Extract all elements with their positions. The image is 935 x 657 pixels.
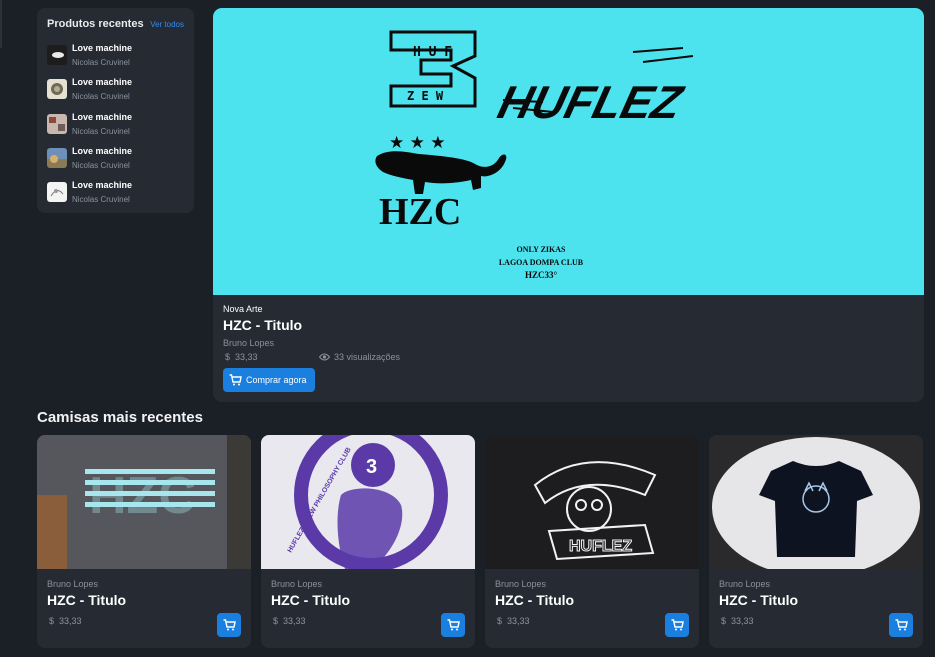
card-price: $ 33,33 bbox=[47, 616, 241, 626]
card-author: Bruno Lopes bbox=[495, 579, 547, 589]
product-image: HZC bbox=[37, 435, 251, 569]
recent-product-title: Love machine bbox=[72, 145, 133, 156]
cart-icon bbox=[447, 619, 460, 631]
currency-symbol: $ bbox=[49, 616, 55, 626]
product-image: HUFLEZ bbox=[485, 435, 699, 569]
recent-product-item[interactable]: Love machine Nicolas Cruvinel bbox=[47, 145, 184, 179]
logo-letters-top: H U F bbox=[413, 45, 452, 60]
recent-product-author: Nicolas Cruvinel bbox=[72, 58, 130, 67]
featured-kicker: Nova Arte bbox=[223, 304, 263, 314]
recent-product-author: Nicolas Cruvinel bbox=[72, 160, 130, 170]
product-thumbnail bbox=[47, 79, 67, 100]
product-thumbnail bbox=[47, 45, 67, 65]
add-to-cart-button[interactable] bbox=[217, 613, 241, 637]
logo-letters-bottom: Z E W bbox=[407, 89, 444, 103]
price-value: 33,33 bbox=[731, 616, 754, 626]
cart-icon bbox=[671, 619, 684, 631]
tag-line-2: LAGOA DOMPA CLUB bbox=[499, 258, 584, 267]
svg-text:3: 3 bbox=[366, 456, 377, 478]
tag-line-1: ONLY ZIKAS bbox=[517, 245, 567, 254]
recent-product-author: Nicolas Cruvinel bbox=[72, 126, 130, 136]
card-price: $ 33,33 bbox=[495, 616, 689, 626]
shirt-text: HUFLEZ bbox=[569, 538, 632, 555]
eye-icon bbox=[319, 353, 330, 360]
product-thumbnail bbox=[47, 147, 67, 168]
shirt-text: HZC bbox=[89, 467, 196, 525]
price-value: 33,33 bbox=[59, 616, 82, 626]
buy-now-label: Comprar agora bbox=[246, 375, 307, 385]
window-edge bbox=[0, 0, 2, 48]
card-price: $ 33,33 bbox=[719, 616, 913, 626]
card-title: HZC - Titulo bbox=[719, 592, 799, 608]
featured-art-card[interactable]: H U F Z E W HUFLEZ ★ ★ ★ HZC ONLY ZIKAS … bbox=[213, 8, 924, 402]
currency-symbol: $ bbox=[497, 616, 503, 626]
product-card[interactable]: HUFLEZ Bruno Lopes HZC - Titulo $ 33,33 bbox=[485, 435, 699, 648]
recent-product-title: Love machine bbox=[72, 77, 133, 88]
featured-author: Bruno Lopes bbox=[223, 338, 275, 348]
card-author: Bruno Lopes bbox=[719, 579, 771, 589]
product-image bbox=[709, 435, 923, 569]
recent-product-author: Nicolas Cruvinel bbox=[72, 92, 130, 102]
see-all-link[interactable]: Ver todos bbox=[150, 20, 184, 29]
three-stars: ★ ★ ★ bbox=[389, 133, 446, 153]
product-card[interactable]: 3 HUFLEZ CREW PHILOSOPHY CLUB Bruno Lope… bbox=[261, 435, 475, 648]
product-card[interactable]: HZC Bruno Lopes HZC - Titulo $ 33,33 bbox=[37, 435, 251, 648]
price-value: 33,33 bbox=[235, 351, 258, 362]
recent-product-title: Love machine bbox=[72, 180, 133, 191]
cart-icon bbox=[223, 619, 236, 631]
add-to-cart-button[interactable] bbox=[441, 613, 465, 637]
cart-icon bbox=[895, 619, 908, 631]
card-title: HZC - Titulo bbox=[271, 592, 351, 608]
featured-title: HZC - Titulo bbox=[223, 317, 303, 333]
featured-price: $ 33,33 bbox=[223, 352, 258, 362]
price-value: 33,33 bbox=[507, 616, 530, 626]
product-card[interactable]: Bruno Lopes HZC - Titulo $ 33,33 bbox=[709, 435, 923, 648]
card-title: HZC - Titulo bbox=[495, 592, 575, 608]
views-text: 33 visualizações bbox=[334, 351, 401, 362]
currency-symbol: $ bbox=[273, 616, 279, 626]
cart-icon bbox=[229, 374, 242, 386]
currency-symbol: $ bbox=[721, 616, 727, 626]
card-price: $ 33,33 bbox=[271, 616, 465, 626]
currency-symbol: $ bbox=[225, 351, 231, 362]
featured-art-image: H U F Z E W HUFLEZ ★ ★ ★ HZC ONLY ZIKAS … bbox=[213, 8, 924, 295]
recent-product-item[interactable]: Love machine Nicolas Cruvinel bbox=[47, 42, 184, 76]
product-image: 3 HUFLEZ CREW PHILOSOPHY CLUB bbox=[261, 435, 475, 569]
recent-product-item[interactable]: Love machine Nicolas Cruvinel bbox=[47, 111, 184, 145]
hzc-logo-text: HZC bbox=[379, 191, 461, 233]
svg-text:HUFLEZ: HUFLEZ bbox=[493, 77, 689, 128]
price-value: 33,33 bbox=[283, 616, 306, 626]
recent-products-panel: Produtos recentes Ver todos Love machine… bbox=[37, 8, 194, 213]
recent-product-title: Love machine bbox=[72, 111, 133, 122]
card-author: Bruno Lopes bbox=[47, 579, 99, 589]
views-count: 33 visualizações bbox=[319, 352, 400, 362]
add-to-cart-button[interactable] bbox=[889, 613, 913, 637]
section-title: Camisas mais recentes bbox=[37, 409, 203, 426]
recent-product-author: Nicolas Cruvinel bbox=[72, 195, 130, 205]
card-title: HZC - Titulo bbox=[47, 592, 127, 608]
recent-products-title: Produtos recentes bbox=[47, 18, 144, 30]
product-thumbnail bbox=[47, 182, 67, 203]
recent-product-title: Love machine bbox=[72, 43, 133, 53]
panther-shape bbox=[375, 151, 507, 194]
card-author: Bruno Lopes bbox=[271, 579, 323, 589]
recent-product-item[interactable]: Love machine Nicolas Cruvinel bbox=[47, 179, 184, 213]
tag-line-3: HZC33° bbox=[525, 270, 558, 280]
add-to-cart-button[interactable] bbox=[665, 613, 689, 637]
recent-product-item[interactable]: Love machine Nicolas Cruvinel bbox=[47, 76, 184, 110]
huflez-wordmark: HUFLEZ bbox=[493, 77, 689, 128]
product-thumbnail bbox=[47, 113, 67, 134]
buy-now-button[interactable]: Comprar agora bbox=[223, 368, 315, 392]
